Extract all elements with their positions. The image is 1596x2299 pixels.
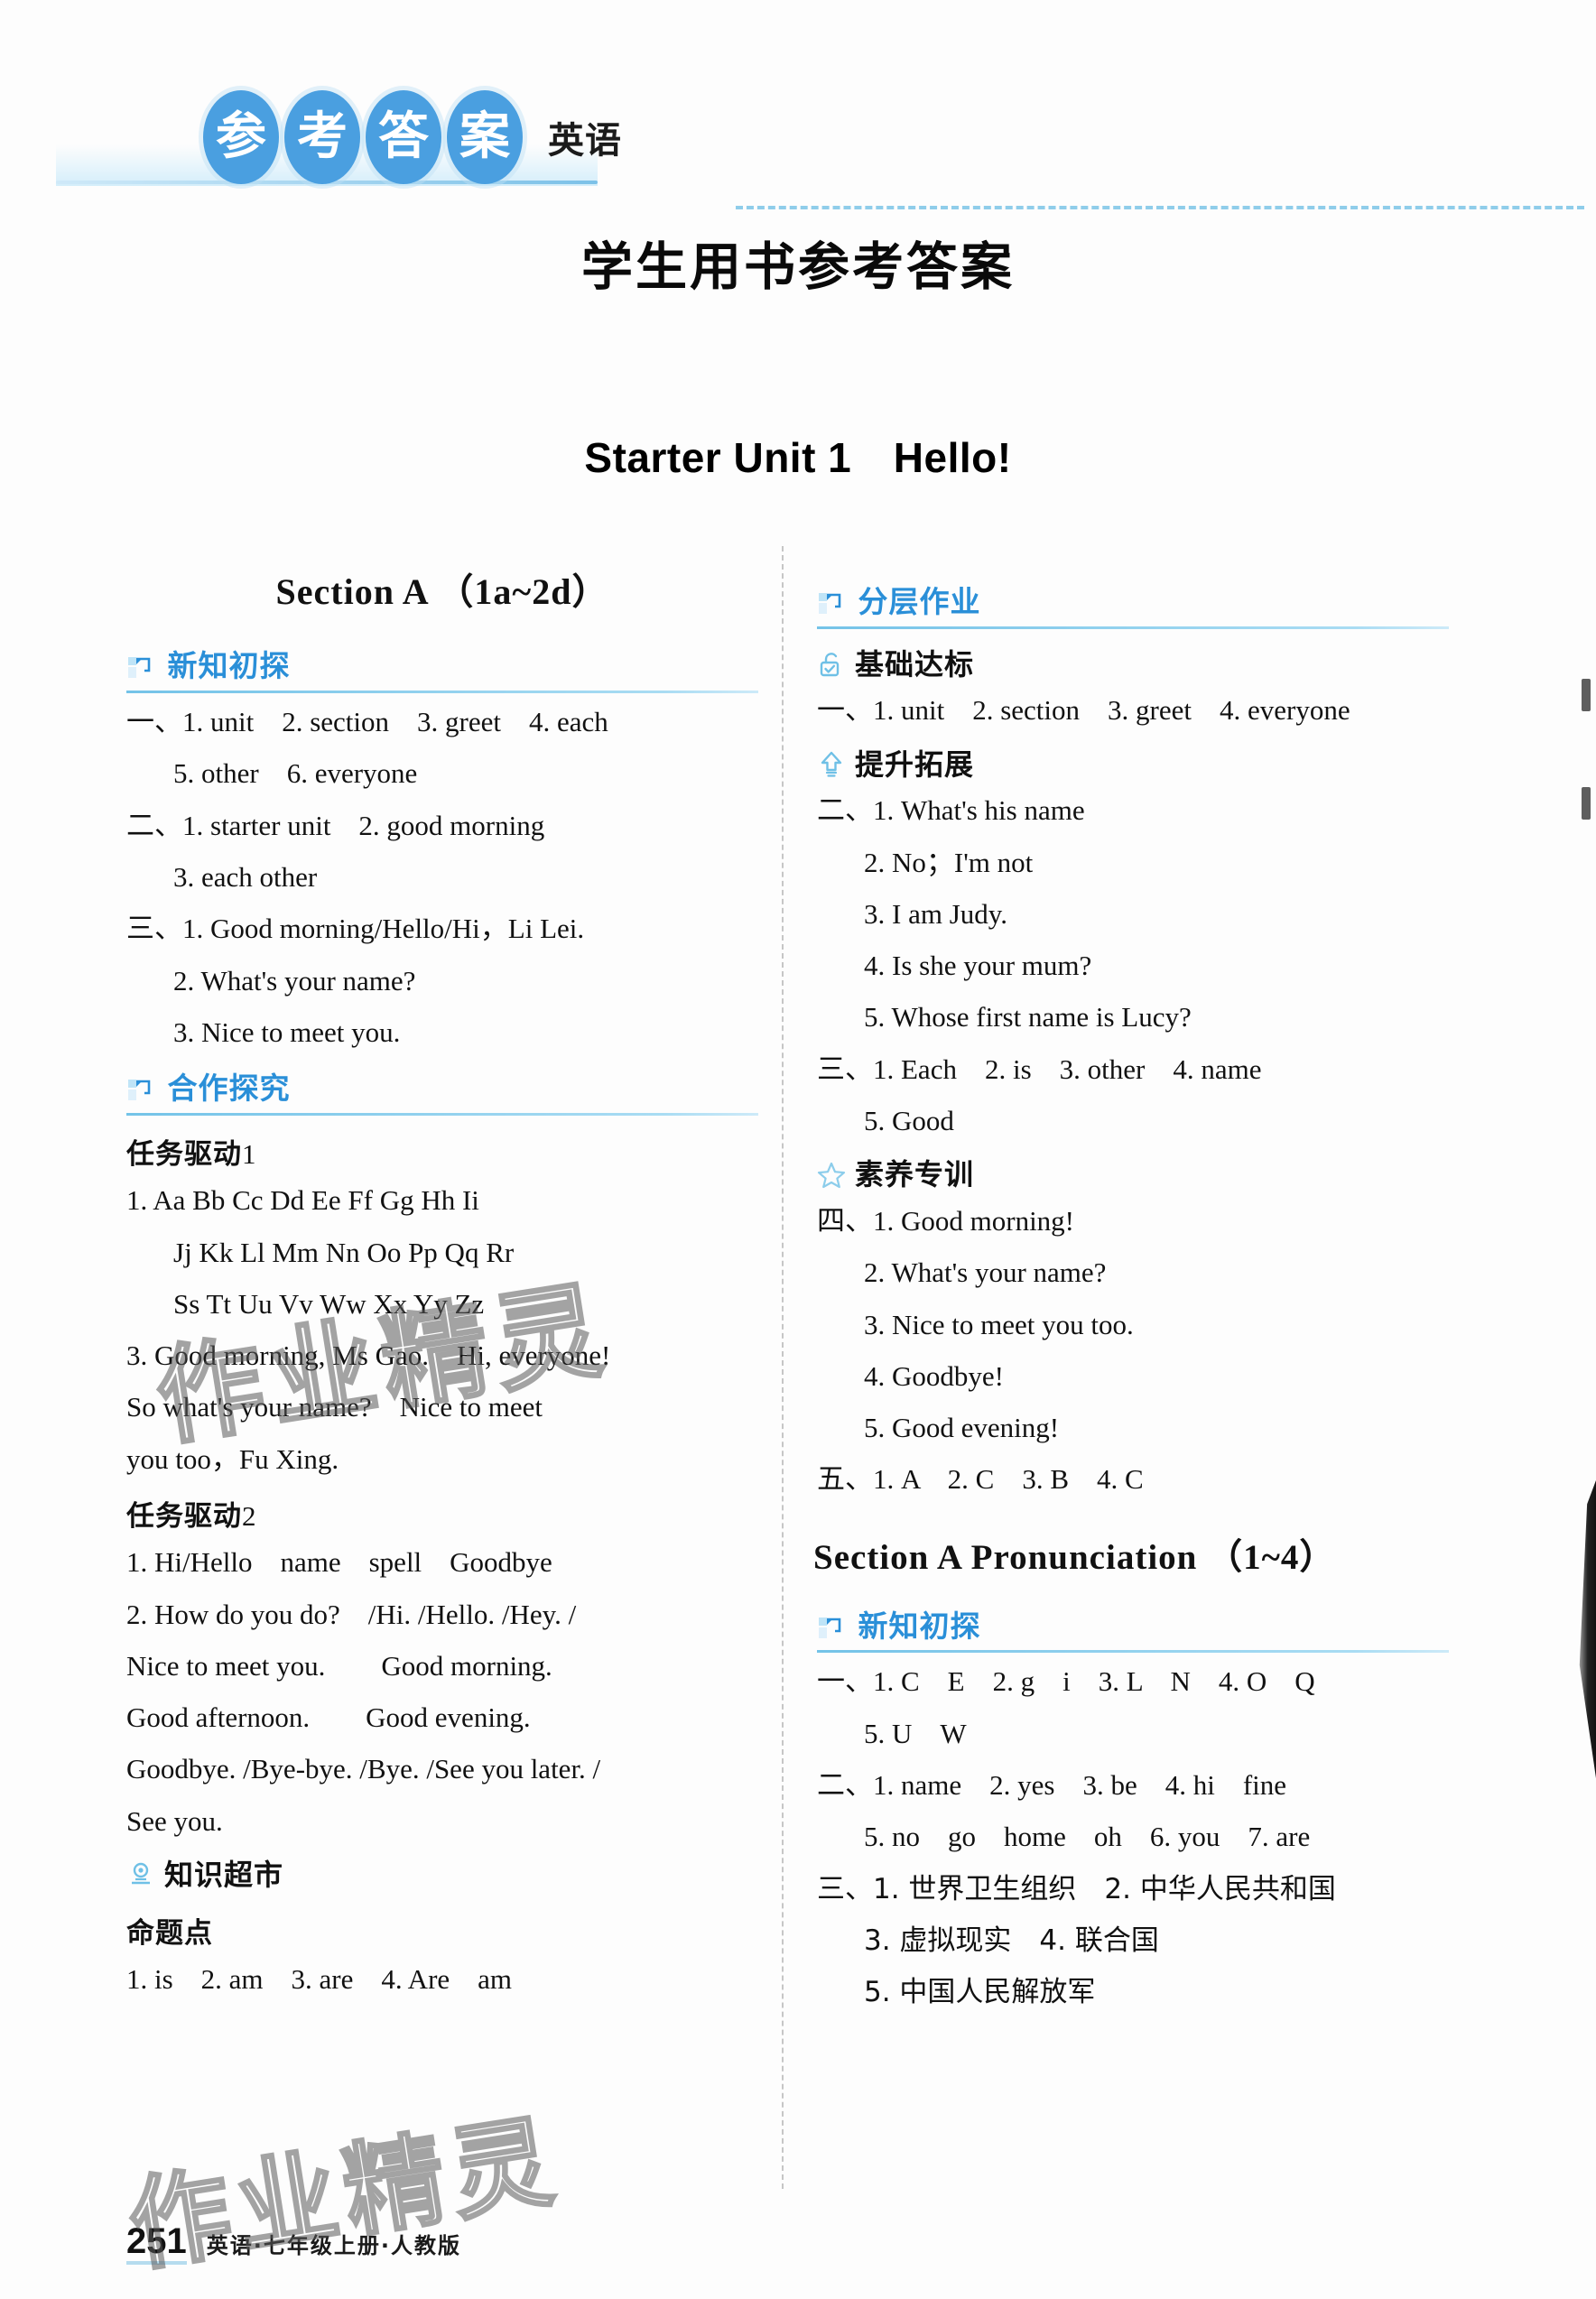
answer-line: Jj Kk Ll Mm Nn Oo Pp Qq Rr (173, 1236, 515, 1268)
task-driver-number: 1 (242, 1138, 256, 1171)
rubric-layered-homework: 分层作业 (817, 582, 1449, 629)
subrubric-label: 提升拓展 (855, 746, 975, 782)
rubric-new-knowledge-right: 新知初探 (817, 1607, 1449, 1654)
answer-line: So what's your name? Nice to meet (126, 1391, 543, 1423)
task-driver-label-2: 任务驱动2 (126, 1497, 758, 1535)
rubric-knowledge-market: 知识超市 (126, 1856, 758, 1895)
task-driver-text: 任务驱动 (126, 1500, 242, 1534)
answer-line: 五、1. A 2. C 3. B 4. C (817, 1463, 1144, 1496)
rubric-label: 合作探究 (167, 1071, 291, 1107)
answer-line: 1. is 2. am 3. are 4. Are am (126, 1962, 513, 1995)
rubric-underline (817, 1650, 1449, 1654)
rubric-underline (126, 1113, 758, 1117)
rubric-cooperative-inquiry: 合作探究 (126, 1069, 758, 1117)
answer-line: 3. each other (173, 860, 318, 893)
answer-line: 一、1. C E 2. g i 3. L N 4. O Q (817, 1665, 1315, 1698)
task-driver-label-1: 任务驱动1 (126, 1136, 758, 1173)
flag-icon (126, 654, 153, 681)
answer-line: 5. Good (864, 1105, 954, 1137)
left-section-heading: Section A （1a~2d） (275, 571, 609, 612)
answer-line: 四、1. Good morning! (817, 1204, 1075, 1237)
answer-line: 二、1. starter unit 2. good morning (126, 809, 545, 841)
subrubric-basic-standard: 基础达标 (817, 645, 1449, 684)
right-column: 分层作业 基础达标 一、1. unit 2. section 3. greet … (813, 564, 1449, 2026)
proposition-point-label: 命题点 (126, 1916, 213, 1950)
answer-line: 二、1. name 2. yes 3. be 4. hi fine (817, 1769, 1287, 1802)
answer-line: 2. How do you do? /Hi. /Hello. /Hey. / (126, 1598, 577, 1630)
footer-caption: 英语·七年级上册·人教版 (206, 2233, 461, 2258)
subrubric-label: 素养专训 (855, 1157, 975, 1192)
rubric-label: 新知初探 (167, 648, 291, 684)
page-header: 参 考 答 案 英语 (0, 90, 1596, 209)
unit-title: Starter Unit 1 Hello! (584, 434, 1012, 481)
logo-char-2: 考 (284, 90, 360, 184)
edge-artifact (1582, 787, 1591, 820)
answer-line: 3. Nice to meet you too. (864, 1308, 1134, 1340)
subrubric-literacy-training: 素养专训 (817, 1155, 1449, 1194)
answer-line: 5. no go home oh 6. you 7. are (864, 1821, 1311, 1853)
subrubric-label: 基础达标 (855, 646, 975, 681)
answer-line: 4. Is she your mum? (864, 950, 1092, 982)
rubric-new-knowledge: 新知初探 (126, 646, 758, 694)
answer-key-page: 参 考 答 案 英语 学生用书参考答案 Starter Unit 1 Hello… (0, 0, 1596, 2299)
answer-line: Nice to meet you. Good morning. (126, 1649, 552, 1682)
location-pin-icon (126, 1860, 155, 1889)
rubric-underline (126, 691, 758, 694)
answer-line: 4. Goodbye! (864, 1359, 1004, 1392)
answer-line: Good afternoon. Good evening. (126, 1701, 531, 1734)
answer-line: 5. U W (864, 1717, 967, 1749)
answer-line: 二、1. What's his name (817, 794, 1085, 827)
page-footer: 251 英语·七年级上册·人教版 (126, 2223, 461, 2265)
up-arrow-icon (817, 750, 846, 779)
rubric-label: 知识超市 (164, 1858, 284, 1893)
answer-line: Goodbye. /Bye-bye. /Bye. /See you later.… (126, 1753, 601, 1785)
answer-line: 三、1. Each 2. is 3. other 4. name (817, 1052, 1262, 1085)
answer-line: 5. Whose first name is Lucy? (864, 1001, 1192, 1034)
rubric-label: 新知初探 (858, 1608, 981, 1644)
subject-label: 英语 (548, 120, 622, 162)
answer-key-logo: 参 考 答 案 英语 (203, 90, 622, 184)
logo-char-3: 答 (366, 90, 441, 184)
answer-line: 1. Aa Bb Cc Dd Ee Ff Gg Hh Ii (126, 1184, 479, 1217)
answer-line: 3. Good morning, Ms Gao. Hi, everyone! (126, 1340, 611, 1372)
task-driver-text: 任务驱动 (126, 1138, 242, 1172)
answer-line: See you. (126, 1804, 223, 1837)
star-icon (817, 1161, 846, 1190)
logo-char-1: 参 (203, 90, 279, 184)
page-title: 学生用书参考答案 (581, 237, 1015, 297)
answer-line: 3. I am Judy. (864, 897, 1007, 930)
flag-icon (126, 1077, 153, 1104)
answer-line: 一、1. unit 2. section 3. greet 4. everyon… (817, 694, 1350, 727)
page-number: 251 (126, 2223, 187, 2265)
answer-line: 2. What's your name? (864, 1256, 1107, 1289)
logo-char-4: 案 (447, 90, 523, 184)
answer-line: 2. What's your name? (173, 964, 416, 997)
column-divider (782, 546, 784, 2189)
unlock-check-icon (817, 650, 846, 679)
answer-line: 2. No；I'm not (864, 846, 1034, 878)
task-driver-number: 2 (242, 1500, 256, 1533)
answer-line: 一、1. unit 2. section 3. greet 4. each (126, 706, 608, 738)
flag-icon (817, 590, 844, 617)
answer-line: 1. Hi/Hello name spell Goodbye (126, 1546, 552, 1579)
header-dashed-rule (736, 206, 1584, 209)
answer-line: 三、1. Good morning/Hello/Hi，Li Lei. (126, 913, 585, 945)
book-binding-shadow (1579, 1480, 1596, 1778)
left-column: Section A （1a~2d） 新知初探 一、1. unit 2. sect… (126, 564, 758, 2013)
answer-line: 三、1. 世界卫生组织 2. 中华人民共和国 (817, 1872, 1336, 1905)
answer-line: 3. 虚拟现实 4. 联合国 (864, 1924, 1159, 1957)
answer-line: you too，Fu Xing. (126, 1442, 339, 1475)
rubric-underline (817, 626, 1449, 629)
answer-line: 5. other 6. everyone (173, 757, 418, 790)
rubric-label: 分层作业 (858, 584, 981, 619)
answer-line: 5. Good evening! (864, 1412, 1060, 1444)
flag-icon (817, 1615, 844, 1642)
subrubric-improvement-extension: 提升拓展 (817, 746, 1449, 784)
answer-line: Ss Tt Uu Vv Ww Xx Yy Zz (173, 1287, 485, 1320)
right-section-heading: Section A Pronunciation （1~4） (813, 1537, 1336, 1577)
edge-artifact (1582, 679, 1591, 711)
proposition-point-heading: 命题点 (126, 1914, 758, 1952)
answer-line: 5. 中国人民解放军 (864, 1976, 1096, 2009)
answer-line: 3. Nice to meet you. (173, 1015, 401, 1048)
